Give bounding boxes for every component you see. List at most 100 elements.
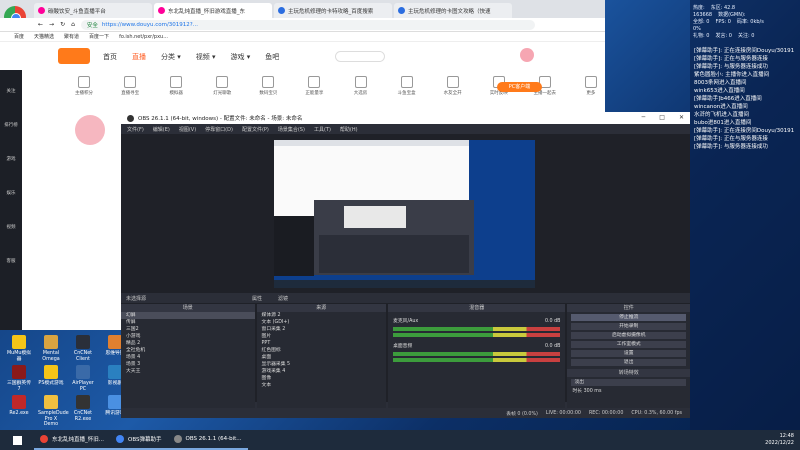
nav-category[interactable]: 分类 ▾ — [161, 52, 181, 62]
control-button[interactable]: 设置 — [571, 350, 687, 357]
close-icon[interactable]: ✕ — [679, 114, 684, 121]
sub-nav-item[interactable]: 灯光聊歌 — [208, 76, 236, 106]
browser-tab[interactable]: 碳酸饮安_斗鱼直播平台 — [34, 3, 152, 18]
source-item[interactable]: 图像 — [257, 375, 387, 382]
bookmark-item[interactable]: 天猫精选 — [34, 33, 54, 40]
sidebar-item[interactable]: 游戏 — [0, 138, 22, 172]
sidebar-item[interactable]: 视频 — [0, 206, 22, 240]
obs-menu-item[interactable]: 场景集合(S) — [278, 126, 305, 133]
preview-canvas — [274, 140, 535, 288]
bookmark-item[interactable]: 聚有道 — [64, 33, 79, 40]
scene-item[interactable]: 幻屏 — [121, 312, 255, 319]
source-item[interactable]: PPT — [257, 340, 387, 347]
bookmark-item[interactable]: 百度 — [14, 33, 24, 40]
nav-games[interactable]: 游戏 ▾ — [231, 52, 251, 62]
streamer-avatar[interactable] — [75, 115, 105, 145]
sub-nav-item[interactable]: 水友全开 — [439, 76, 467, 106]
desktop-icon[interactable]: CnCNet Client — [70, 335, 96, 362]
desktop-icon[interactable]: Re2.exe — [6, 395, 32, 417]
reload-icon[interactable]: ↻ — [60, 21, 65, 28]
desktop-icon[interactable]: 三国群英传7 — [6, 365, 32, 392]
scene-item[interactable]: 精品 2 — [121, 340, 255, 347]
obs-menu-item[interactable]: 配置文件(P) — [242, 126, 269, 133]
source-item[interactable]: 文本 (GDI+) — [257, 319, 387, 326]
obs-menu-item[interactable]: 帮助(H) — [340, 126, 358, 133]
browser-tab-active[interactable]: 东北乱炖直播_怀旧游戏直播_东 — [154, 3, 272, 18]
sub-nav-item[interactable]: 主播积分 — [70, 76, 98, 106]
obs-menu-item[interactable]: 编辑(E) — [153, 126, 170, 133]
transition-select[interactable]: 淡出 — [571, 379, 687, 386]
scene-item[interactable]: 场景 4 — [121, 354, 255, 361]
sub-nav-item[interactable]: 数码宝贝 — [254, 76, 282, 106]
maximize-icon[interactable]: □ — [659, 114, 665, 121]
obs-menu-item[interactable]: 工具(T) — [314, 126, 331, 133]
volume-slider[interactable] — [393, 333, 561, 337]
url-input[interactable]: 安全 https://www.douyu.com/301912?... — [80, 19, 535, 30]
duration-input[interactable]: 300 ms — [584, 389, 602, 394]
scene-item[interactable]: 传屏 — [121, 319, 255, 326]
bookmark-item[interactable]: 百度一下 — [89, 33, 109, 40]
filters-button[interactable]: 滤镜 — [278, 295, 288, 302]
desktop-icon[interactable]: CnCNet R2.exe — [70, 395, 96, 422]
browser-tab[interactable]: 主玩危机修理的卡特攻略_百度搜索 — [274, 3, 392, 18]
back-icon[interactable]: ← — [38, 21, 43, 28]
taskbar-item[interactable]: 东北乱炖直播_怀旧... — [34, 430, 110, 450]
scene-item[interactable]: 大天王 — [121, 368, 255, 375]
sub-nav-item[interactable]: 大选房 — [346, 76, 374, 106]
scene-item[interactable]: 场景 3 — [121, 361, 255, 368]
site-search-input[interactable] — [335, 51, 385, 62]
nav-video[interactable]: 视频 ▾ — [196, 52, 216, 62]
source-item[interactable]: 图片 — [257, 333, 387, 340]
taskbar-item[interactable]: OBS弹幕助手 — [110, 430, 168, 450]
properties-button[interactable]: 属性 — [252, 295, 262, 302]
volume-meter — [393, 327, 561, 331]
sub-nav-item[interactable]: 斗鱼宝盒 — [393, 76, 421, 106]
taskbar-item[interactable]: OBS 26.1.1 (64-bit... — [167, 430, 248, 450]
volume-slider[interactable] — [393, 358, 561, 362]
source-item[interactable]: 红色图标 — [257, 347, 387, 354]
sidebar-item[interactable]: 排行榜 — [0, 104, 22, 138]
desktop-icon[interactable]: MuMu模拟器 — [6, 335, 32, 362]
minimize-icon[interactable]: ─ — [642, 114, 646, 121]
browser-tab[interactable]: 主玩危机修理的卡图文攻略（快速 — [394, 3, 512, 18]
sidebar-item[interactable]: 关注 — [0, 70, 22, 104]
home-icon[interactable]: ⌂ — [71, 21, 75, 28]
source-item[interactable]: 显示器采集 5 — [257, 361, 387, 368]
source-item[interactable]: 桌面 — [257, 354, 387, 361]
desktop-icon[interactable]: SampleDude Pro X Demo — [38, 395, 69, 428]
forward-icon[interactable]: → — [49, 21, 54, 28]
sub-nav-item[interactable]: 正能量享 — [300, 76, 328, 106]
desktop-icon[interactable]: PS模式游戏 — [38, 365, 64, 387]
obs-menu-item[interactable]: 停靠窗口(D) — [205, 126, 233, 133]
user-avatar[interactable] — [520, 48, 534, 62]
source-item[interactable]: 窗口采集 2 — [257, 326, 387, 333]
control-button[interactable]: 启动虚拟摄像机 — [571, 332, 687, 339]
sub-nav-item[interactable]: 直播寻宝 — [116, 76, 144, 106]
nav-live[interactable]: 直播 — [132, 52, 146, 62]
obs-menu-item[interactable]: 文件(F) — [127, 126, 144, 133]
control-button[interactable]: 退出 — [571, 359, 687, 366]
chat-line: [弹幕助手]: 正在连接房间Douyu/30191 — [694, 128, 795, 134]
source-item[interactable]: 媒体源 2 — [257, 312, 387, 319]
source-item[interactable]: 文本 — [257, 382, 387, 389]
obs-menu-item[interactable]: 视图(V) — [179, 126, 196, 133]
nav-home[interactable]: 首页 — [103, 52, 117, 62]
nav-fishbar[interactable]: 鱼吧 — [265, 52, 279, 62]
bookmark-item[interactable]: fo.ish.net/pxr/pxu... — [119, 34, 168, 40]
scene-item[interactable]: 小游戏 — [121, 333, 255, 340]
source-item[interactable]: 游戏采集 4 — [257, 368, 387, 375]
control-button[interactable]: 停止推流 — [571, 314, 687, 321]
desktop-icon[interactable]: AirPlayer PC — [70, 365, 96, 392]
sub-nav-item[interactable]: 更多 — [577, 76, 605, 106]
scene-item[interactable]: 三国2 — [121, 326, 255, 333]
sub-nav-item[interactable]: 模拟器 — [162, 76, 190, 106]
sidebar-item[interactable]: 娱乐 — [0, 172, 22, 206]
control-button[interactable]: 工作室模式 — [571, 341, 687, 348]
pc-client-button[interactable]: PC客户端 — [497, 82, 542, 92]
start-button[interactable] — [0, 430, 34, 450]
desktop-icon[interactable]: Mental Omega — [38, 335, 64, 362]
chat-line: 8003条网进入直播间 — [694, 80, 747, 86]
sidebar-item[interactable]: 客服 — [0, 240, 22, 274]
control-button[interactable]: 开始录制 — [571, 323, 687, 330]
scene-item[interactable]: 全社危机 — [121, 347, 255, 354]
